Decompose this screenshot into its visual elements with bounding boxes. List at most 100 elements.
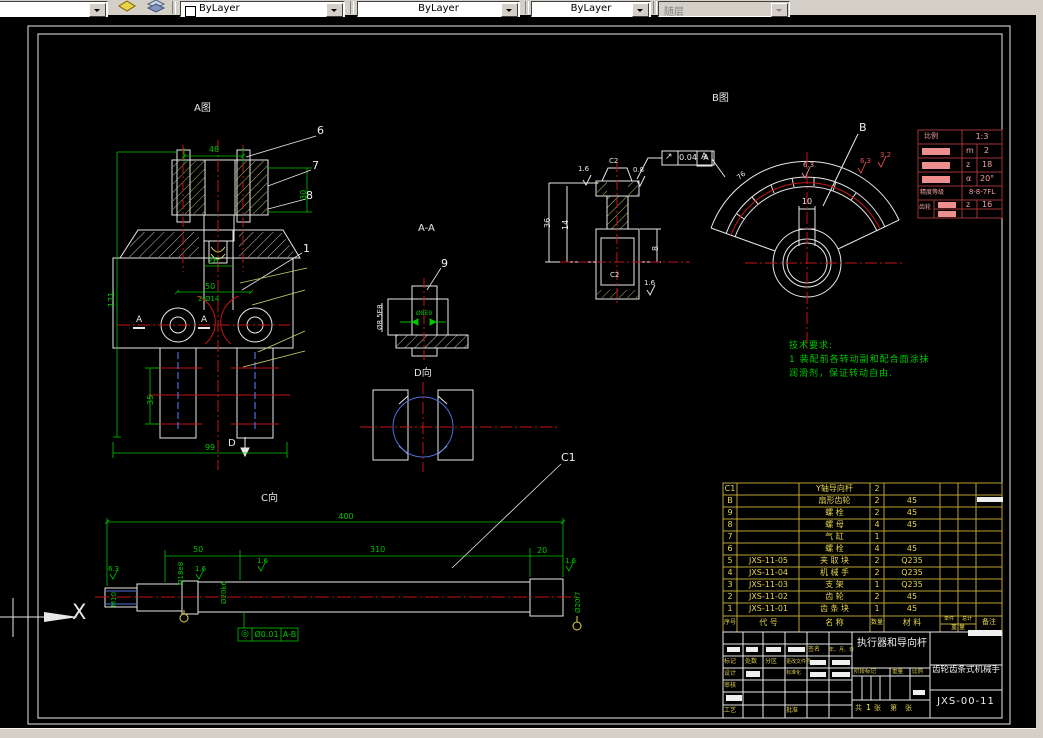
bom-no: 2 — [727, 592, 733, 601]
make-layer-current-icon[interactable] — [117, 0, 137, 14]
bom-no: 6 — [727, 544, 733, 553]
bom-no: 3 — [727, 580, 733, 589]
bom-qty: 2 — [874, 592, 880, 601]
view-d-label: D向 — [414, 368, 432, 379]
bom-name: Y轴导向杆 — [816, 484, 853, 493]
bom-code: JXS-11-02 — [748, 592, 789, 601]
balloon-b: B — [859, 121, 867, 134]
redaction-block — [727, 647, 740, 652]
dim-30: 30 — [299, 189, 308, 200]
param-teeth-symbol: z — [966, 160, 971, 169]
chamfer-c2-top: C2 — [609, 157, 619, 165]
dim-aa-bore: Ø8.5E8 — [376, 304, 384, 330]
dim-keyway-10: 10 — [801, 197, 813, 206]
dim-20: 20 — [537, 546, 548, 555]
tb-audit-label: 审核 — [724, 682, 737, 689]
param-module-symbol: m — [966, 146, 974, 155]
drawing-number: JXS-00-11 — [937, 696, 995, 707]
lineweight-control-value: ByLayer — [570, 3, 612, 14]
chevron-down-icon[interactable] — [632, 3, 649, 17]
roughness-16-top: 1.6 — [578, 165, 590, 173]
tech-req-title: 技术要求: — [789, 341, 834, 351]
section-aa-label: A-A — [418, 223, 435, 234]
redaction-block — [968, 630, 1002, 636]
bom-name: 支 架 — [825, 580, 844, 589]
bom-mat: Q235 — [901, 568, 923, 577]
drawing-title: 执行器和导向杆 — [857, 638, 927, 649]
bom-no: 7 — [727, 532, 733, 541]
tb-sheets-unit-label: 张 — [874, 704, 881, 712]
toolbar-separator — [525, 1, 529, 14]
roughness-16-bottom: 1.6 — [644, 279, 656, 287]
dim-400: 400 — [338, 512, 354, 521]
bom-code: JXS-11-01 — [748, 604, 789, 613]
param-module-value: 2 — [984, 146, 990, 155]
redaction-block — [746, 647, 758, 652]
tolerance-value-004: 0.04 — [679, 153, 697, 162]
bom-header-code: 代 号 — [759, 618, 778, 627]
param-scale-label: 比例 — [924, 132, 938, 140]
param-mate-symbol: z — [966, 200, 971, 209]
x-axis-label: X — [72, 600, 87, 624]
bom-mat: 45 — [906, 592, 918, 601]
tolerance-symbol-concentric: ◎ — [241, 629, 249, 639]
redaction-block — [832, 660, 850, 665]
lineweight-control-combo[interactable]: ByLayer — [531, 1, 651, 17]
bom-qty: 2 — [874, 496, 880, 505]
balloon-9: 9 — [441, 257, 448, 270]
tb-sheet-number: 1 — [866, 703, 872, 712]
toolbar-separator — [172, 1, 176, 14]
bom-name: 螺 栓 — [825, 508, 844, 517]
section-arrow-a-right: A — [201, 315, 208, 325]
dim-2x14-holes: 2-Ø14 — [198, 295, 220, 303]
redacted-label — [938, 202, 956, 208]
bom-header-name: 名 称 — [825, 618, 844, 627]
window-right-edge — [1036, 15, 1043, 729]
param-mate-label: 齿轮 — [919, 204, 932, 211]
layer-combo[interactable] — [0, 1, 108, 17]
chevron-down-icon[interactable] — [501, 3, 518, 17]
redacted-label — [922, 176, 950, 183]
linetype-control-combo[interactable]: ByLayer — [357, 1, 520, 17]
bom-name: 扇形齿轮 — [818, 496, 851, 505]
tb-stage-label: 阶段标记 — [854, 669, 877, 675]
layer-previous-icon[interactable] — [146, 0, 166, 14]
tb-page-unit-label: 张 — [905, 704, 912, 712]
plotstyle-control-value: 随层 — [664, 7, 684, 18]
balloon-7: 7 — [312, 159, 319, 172]
bom-no: 1 — [727, 604, 733, 613]
properties-toolbar: ByLayer ByLayer ByLayer 随层 — [0, 0, 1043, 18]
bom-no: B — [727, 496, 733, 505]
bom-qty: 4 — [874, 520, 880, 529]
redaction-block — [788, 647, 805, 652]
param-angle-symbol: α — [966, 174, 972, 183]
bom-code: JXS-11-05 — [748, 556, 789, 565]
roughness-63-keyway: 6.3 — [803, 161, 815, 169]
bom-header-unit: 单件 — [943, 616, 954, 622]
color-control-combo[interactable]: ByLayer — [180, 1, 345, 17]
roughness-63-red: 6.3 — [860, 157, 872, 165]
chevron-down-icon[interactable] — [89, 3, 106, 17]
redaction-block — [746, 671, 760, 677]
bom-qty: 2 — [874, 508, 880, 517]
plotstyle-control-combo: 随层 — [658, 1, 790, 18]
bom-header-no: 序号 — [723, 619, 736, 626]
view-a-label: A图 — [194, 103, 211, 114]
bom-qty: 4 — [874, 544, 880, 553]
param-accuracy-value: 8-8-7FL — [968, 188, 996, 196]
tb-sign-label: 签名 — [808, 646, 821, 653]
dim-310: 310 — [370, 545, 386, 554]
dim-99: 99 — [204, 443, 216, 452]
bom-name: 夹 取 块 — [819, 556, 850, 565]
dim-c50: 50 — [193, 545, 204, 554]
redaction-block — [810, 660, 826, 665]
param-teeth-value: 18 — [982, 160, 993, 169]
bom-qty: 2 — [874, 556, 880, 565]
tb-scale-label: 比例 — [912, 669, 924, 675]
redaction-block — [977, 497, 1003, 502]
chamfer-c2-bottom: C2 — [610, 271, 620, 279]
tolerance-value-001: Ø0.01 — [254, 630, 279, 639]
redaction-block — [832, 672, 850, 677]
chevron-down-icon[interactable] — [326, 3, 343, 17]
bom-no: C1 — [724, 484, 736, 493]
